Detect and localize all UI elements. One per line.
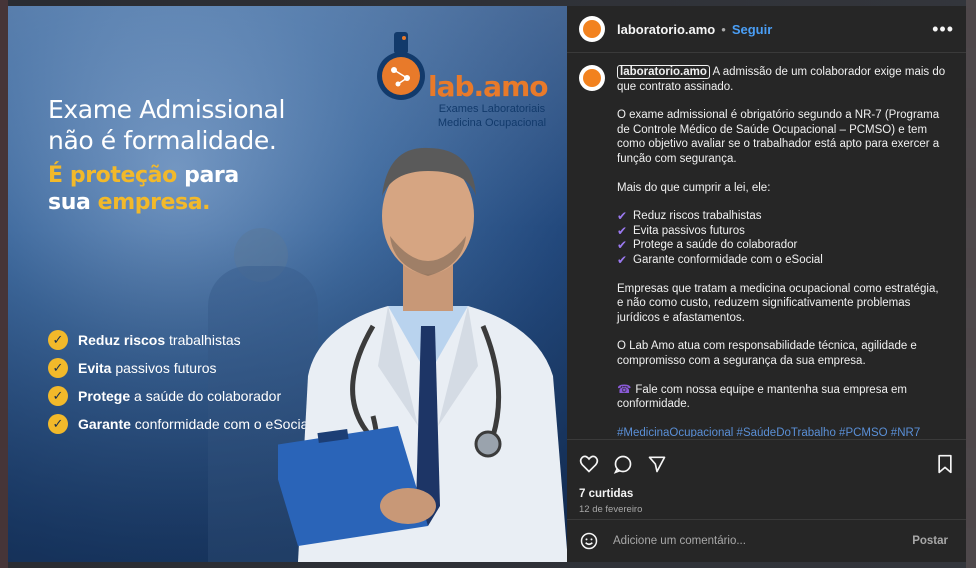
post-image[interactable]: lab.amo Exames Laboratoriais Medicina Oc… xyxy=(8,6,567,562)
share-icon[interactable] xyxy=(647,454,667,474)
heart-icon[interactable] xyxy=(579,454,599,474)
emoji-icon[interactable] xyxy=(579,531,599,551)
caption-list-item: ✔ Evita passivos futuros xyxy=(617,223,745,238)
check-icon: ✔ xyxy=(617,252,628,267)
comment-input[interactable] xyxy=(611,534,907,548)
caption-hashtags[interactable]: #MedicinaOcupacional #SaúdeDoTrabalho #P… xyxy=(617,426,947,437)
post-side-panel: laboratorio.amo • Seguir ••• laboratorio… xyxy=(567,6,966,562)
brand-avatar-icon xyxy=(583,69,601,87)
comment-icon[interactable] xyxy=(613,454,633,474)
check-icon: ✓ xyxy=(48,358,68,378)
check-icon: ✔ xyxy=(617,209,628,224)
check-icon: ✓ xyxy=(48,414,68,434)
follow-button[interactable]: Seguir xyxy=(732,22,772,37)
post-date: 12 de fevereiro xyxy=(579,504,643,515)
bookmark-icon[interactable] xyxy=(936,454,954,474)
avatar[interactable] xyxy=(579,65,605,91)
caption-list: ✔ Reduz riscos trabalhistas ✔ Evita passiv… xyxy=(617,209,947,267)
post-caption: laboratorio.amo A admissão de um colabor… xyxy=(567,53,966,437)
caption-list-item: ✔ Protege a saúde do colaborador xyxy=(617,238,798,253)
header-username[interactable]: laboratorio.amo xyxy=(617,22,715,37)
brand-logo: lab.amo Exames Laboratoriais Medicina Oc… xyxy=(368,28,558,129)
brand-name: lab.amo xyxy=(428,70,548,103)
comments-area[interactable]: laboratorio.amo A admissão de um colabor… xyxy=(567,53,966,437)
phone-icon: ☎ xyxy=(617,383,632,396)
check-icon: ✓ xyxy=(48,386,68,406)
caption-text: laboratorio.amo A admissão de um colabor… xyxy=(617,65,947,437)
background-edge-left xyxy=(0,0,8,568)
post-modal: lab.amo Exames Laboratoriais Medicina Oc… xyxy=(8,6,966,562)
caption-list-item: ✔ Garante conformidade com o eSocial xyxy=(617,252,823,267)
brand-avatar-icon xyxy=(583,20,601,38)
avatar[interactable] xyxy=(579,16,605,42)
flask-icon xyxy=(377,32,425,100)
post-header: laboratorio.amo • Seguir ••• xyxy=(567,6,966,53)
post-button[interactable]: Postar xyxy=(906,534,954,548)
separator: • xyxy=(721,21,726,37)
check-icon: ✔ xyxy=(617,223,628,238)
check-icon: ✓ xyxy=(48,330,68,350)
caption-username[interactable]: laboratorio.amo xyxy=(617,65,710,79)
action-icons xyxy=(567,440,966,478)
more-horizontal-icon[interactable]: ••• xyxy=(932,19,954,40)
caption-list-item: ✔ Reduz riscos trabalhistas xyxy=(617,209,762,224)
caption-paragraph: Empresas que tratam a medicina ocupacion… xyxy=(617,282,939,324)
check-icon: ✔ xyxy=(617,238,628,253)
doctor-illustration xyxy=(278,147,567,562)
background-edge-right xyxy=(966,0,976,568)
caption-paragraph: ☎ Fale com nossa equipe e mantenha sua em… xyxy=(617,383,908,411)
caption-paragraph: O exame admissional é obrigatório segund… xyxy=(617,109,940,165)
caption-paragraph: O Lab Amo atua com responsabilidade técn… xyxy=(617,340,917,367)
comment-bar: Postar xyxy=(567,519,966,562)
likes-count[interactable]: 7 curtidas xyxy=(567,478,966,500)
caption-paragraph: Mais do que cumprir a lei, ele: xyxy=(617,181,771,194)
